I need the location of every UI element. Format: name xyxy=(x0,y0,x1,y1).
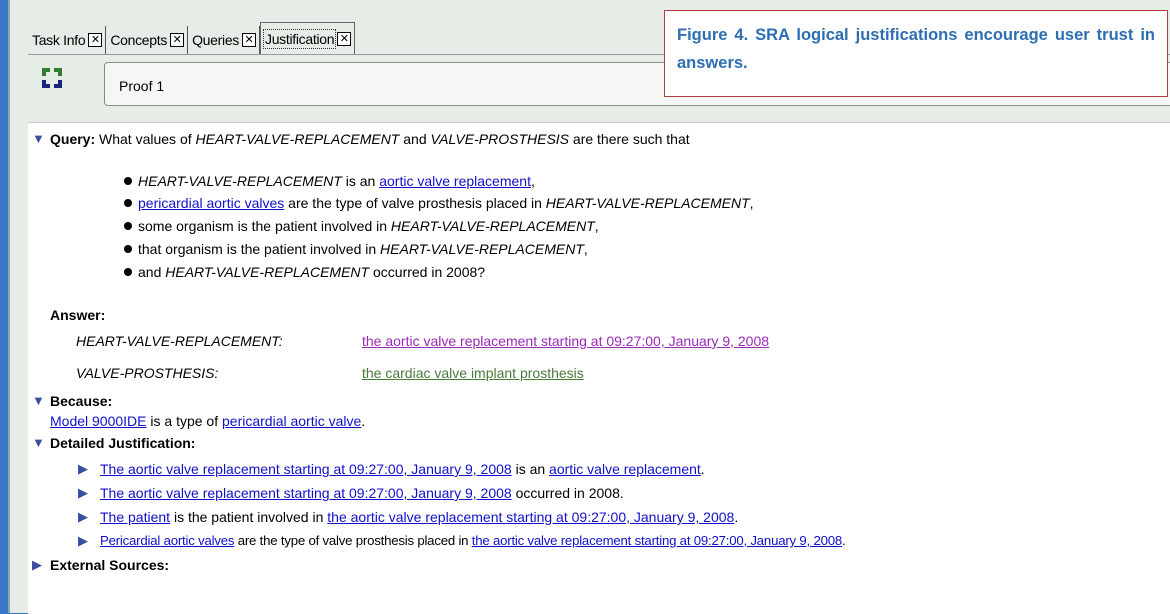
step-text: . xyxy=(842,533,846,548)
because-heading: Because: xyxy=(50,393,112,409)
detailed-heading: Detailed Justification: xyxy=(50,435,195,451)
because-text: . xyxy=(361,413,366,429)
query-text: are the type of valve prosthesis placed … xyxy=(284,195,546,211)
query-condition: and HEART-VALVE-REPLACEMENT occurred in … xyxy=(124,264,485,280)
close-icon[interactable]: ✕ xyxy=(337,31,352,46)
step-text: . xyxy=(734,509,739,525)
step-text: . xyxy=(700,461,705,477)
answer-link[interactable]: the cardiac valve implant prosthesis xyxy=(362,365,584,381)
tab-label: Concepts xyxy=(110,32,168,48)
query-var: HEART-VALVE-REPLACEMENT xyxy=(195,131,400,147)
because-heading-text: Because: xyxy=(50,393,113,409)
answer-var-label: HEART-VALVE-REPLACEMENT: xyxy=(76,333,283,349)
concept-link[interactable]: Pericardial aortic valves xyxy=(100,533,234,548)
query-text: and xyxy=(399,131,431,147)
close-icon[interactable]: ✕ xyxy=(88,33,103,47)
bullet-icon xyxy=(124,222,132,230)
justification-step: The patient is the patient involved in t… xyxy=(100,509,738,525)
query-text: occurred in 2008? xyxy=(369,264,486,280)
query-text: , xyxy=(749,195,754,211)
query-text: are there such that xyxy=(569,131,690,147)
query-var: HEART-VALVE-REPLACEMENT xyxy=(380,241,584,257)
tab-justification[interactable]: Justification ✕ xyxy=(260,22,356,54)
query-condition: some organism is the patient involved in… xyxy=(124,218,599,234)
collapse-triangle-icon[interactable]: ▼ xyxy=(32,435,45,450)
bullet-icon xyxy=(124,268,132,276)
answer-var: HEART-VALVE-REPLACEMENT: xyxy=(76,333,283,349)
answer-heading-text: Answer: xyxy=(50,307,106,323)
collapse-triangle-icon[interactable]: ▼ xyxy=(32,393,45,408)
justification-step: The aortic valve replacement starting at… xyxy=(100,461,705,477)
query-text: , xyxy=(530,173,535,189)
query-var: HEART-VALVE-REPLACEMENT xyxy=(545,195,750,211)
justification-step: The aortic valve replacement starting at… xyxy=(100,485,624,501)
because-text: is a type of xyxy=(146,413,222,429)
concept-link[interactable]: aortic valve replacement xyxy=(549,461,701,477)
concept-link[interactable]: The patient xyxy=(100,509,170,525)
query-var: HEART-VALVE-REPLACEMENT xyxy=(165,264,370,280)
query-text: that organism is the patient involved in xyxy=(138,241,381,257)
concept-link[interactable]: the aortic valve replacement starting at… xyxy=(472,533,842,548)
tab-strip: Task Info ✕ Concepts ✕ Queries ✕ Justifi… xyxy=(28,22,356,54)
query-text: is an xyxy=(341,173,380,189)
answer-value: the aortic valve replacement starting at… xyxy=(362,333,769,349)
concept-link[interactable]: aortic valve replacement xyxy=(379,173,531,189)
close-icon[interactable]: ✕ xyxy=(242,33,256,47)
collapse-triangle-icon[interactable]: ▼ xyxy=(32,131,45,146)
expand-triangle-icon[interactable]: ▶ xyxy=(78,485,88,501)
query-text: and xyxy=(138,264,166,280)
justification-step: Pericardial aortic valves are the type o… xyxy=(100,533,846,548)
bullet-icon xyxy=(124,245,132,253)
concept-link[interactable]: pericardial aortic valve xyxy=(222,413,361,429)
close-icon[interactable]: ✕ xyxy=(170,33,185,47)
query-var: VALVE-PROSTHESIS xyxy=(430,131,570,147)
expand-triangle-icon[interactable]: ▶ xyxy=(78,461,88,477)
answer-link[interactable]: the aortic valve replacement starting at… xyxy=(362,333,769,349)
query-heading: Query: xyxy=(50,131,96,147)
concept-link[interactable]: pericardial aortic valves xyxy=(138,195,284,211)
query-var: HEART-VALVE-REPLACEMENT xyxy=(138,173,342,189)
expand-triangle-icon[interactable]: ▶ xyxy=(32,557,42,573)
tab-label: Queries xyxy=(192,32,239,48)
query-text: , xyxy=(594,218,599,234)
external-heading: External Sources: xyxy=(50,557,169,573)
app-window: Task Info ✕ Concepts ✕ Queries ✕ Justifi… xyxy=(8,0,1170,614)
concept-link[interactable]: The aortic valve replacement starting at… xyxy=(100,461,512,477)
external-heading-text: External Sources: xyxy=(50,557,170,573)
answer-value: the cardiac valve implant prosthesis xyxy=(362,365,584,381)
query-text: What values of xyxy=(99,131,196,147)
concept-link[interactable]: The aortic valve replacement starting at… xyxy=(100,485,512,501)
concept-link[interactable]: Model 9000IDE xyxy=(50,413,147,429)
step-text: is an xyxy=(511,461,550,477)
query-text: , xyxy=(583,241,588,257)
expand-triangle-icon[interactable]: ▶ xyxy=(78,509,88,525)
because-line: Model 9000IDE is a type of pericardial a… xyxy=(50,413,365,429)
step-text: is the patient involved in xyxy=(170,509,328,525)
detailed-heading-text: Detailed Justification: xyxy=(50,435,196,451)
justification-panel: ▼ Query: What values of HEART-VALVE-REPL… xyxy=(28,122,1170,614)
query-text: some organism is the patient involved in xyxy=(138,218,391,234)
query-var: HEART-VALVE-REPLACEMENT xyxy=(390,218,595,234)
bullet-icon xyxy=(124,177,132,185)
query-condition: pericardial aortic valves are the type o… xyxy=(124,195,754,211)
answer-heading: Answer: xyxy=(50,307,105,323)
concept-link[interactable]: the aortic valve replacement starting at… xyxy=(327,509,734,525)
query-condition: that organism is the patient involved in… xyxy=(124,241,588,257)
tab-label: Task Info xyxy=(32,32,86,48)
figure-caption: Figure 4. SRA logical justifications enc… xyxy=(664,10,1168,97)
tab-concepts[interactable]: Concepts ✕ xyxy=(106,26,189,54)
step-text: occurred in 2008. xyxy=(511,485,624,501)
tab-label: Justification xyxy=(262,28,337,49)
query-line: Query: What values of HEART-VALVE-REPLAC… xyxy=(50,131,690,147)
tab-queries[interactable]: Queries ✕ xyxy=(188,26,260,54)
answer-var: VALVE-PROSTHESIS: xyxy=(76,365,218,381)
proof-frame-icon xyxy=(42,68,62,88)
expand-triangle-icon[interactable]: ▶ xyxy=(78,533,88,549)
bullet-icon xyxy=(124,199,132,207)
query-condition: HEART-VALVE-REPLACEMENT is an aortic val… xyxy=(124,173,535,189)
answer-var-label: VALVE-PROSTHESIS: xyxy=(76,365,219,381)
tab-task-info[interactable]: Task Info ✕ xyxy=(28,26,107,54)
proof-value: Proof 1 xyxy=(119,78,165,94)
step-text: are the type of valve prosthesis placed … xyxy=(234,533,472,548)
